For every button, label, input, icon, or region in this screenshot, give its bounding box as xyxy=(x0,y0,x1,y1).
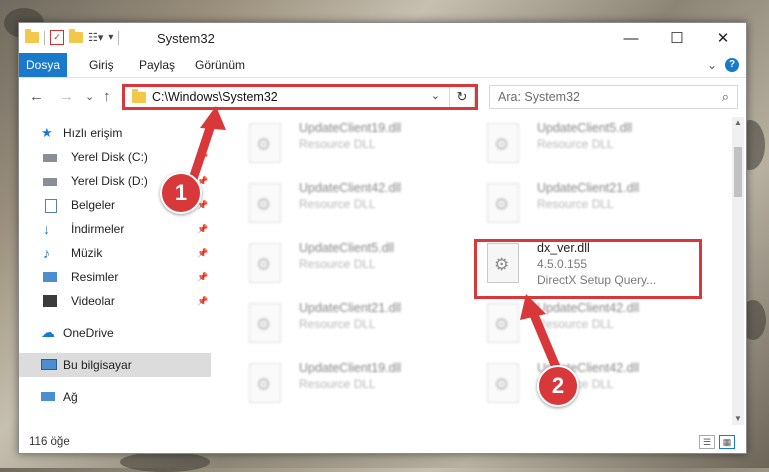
callout-1-badge: 1 xyxy=(160,172,202,214)
callout-2-badge: 2 xyxy=(537,365,579,407)
arrow-2-shaft xyxy=(527,305,563,377)
annotation-arrows xyxy=(185,106,563,377)
arrow-1-head xyxy=(200,106,226,130)
arrow-2-head xyxy=(520,294,546,320)
